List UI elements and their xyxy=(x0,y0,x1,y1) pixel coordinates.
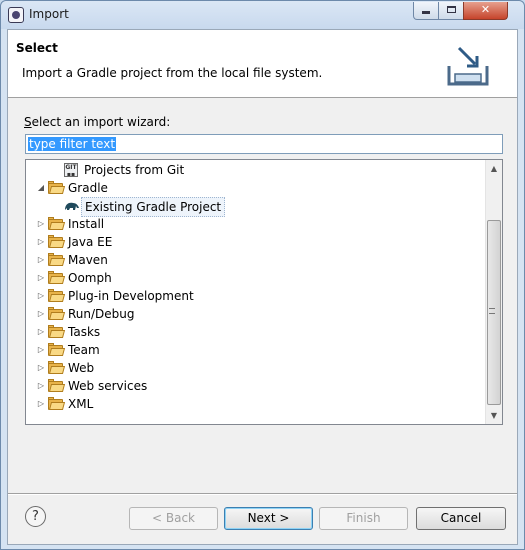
collapsed-arrow-icon[interactable]: ▷ xyxy=(36,215,46,233)
tree-item-label: Java EE xyxy=(68,235,113,249)
collapsed-arrow-icon[interactable]: ▷ xyxy=(36,395,46,413)
tree-item-label: Run/Debug xyxy=(68,307,135,321)
finish-button[interactable]: Finish xyxy=(319,507,408,530)
folder-icon xyxy=(48,397,66,410)
collapsed-arrow-icon[interactable]: ▷ xyxy=(36,359,46,377)
folder-open-icon xyxy=(48,181,66,194)
tree-item-existing-gradle-project[interactable]: Existing Gradle Project xyxy=(26,197,486,217)
folder-icon xyxy=(48,343,66,356)
tree-item-web[interactable]: ▷ Web xyxy=(26,359,486,377)
scrollbar-grip-icon xyxy=(489,308,495,314)
tree-item-plug-in-development[interactable]: ▷ Plug-in Development xyxy=(26,287,486,305)
folder-icon xyxy=(48,235,66,248)
expanded-arrow-icon[interactable]: ◢ xyxy=(36,179,46,197)
collapsed-arrow-icon[interactable]: ▷ xyxy=(36,251,46,269)
title-bar[interactable]: Import ✕ xyxy=(1,1,524,29)
tree-item-label: Gradle xyxy=(68,181,108,195)
page-description: Import a Gradle project from the local f… xyxy=(22,66,323,80)
tree-item-label: Existing Gradle Project xyxy=(81,197,226,217)
scroll-down-icon[interactable]: ▼ xyxy=(486,407,502,424)
scroll-up-icon[interactable]: ▲ xyxy=(486,160,502,177)
tree-item-tasks[interactable]: ▷ Tasks xyxy=(26,323,486,341)
tree-item-label: Tasks xyxy=(68,325,101,339)
gradle-elephant-icon xyxy=(65,202,79,210)
collapsed-arrow-icon[interactable]: ▷ xyxy=(36,341,46,359)
tree-item-xml[interactable]: ▷ XML xyxy=(26,395,486,413)
tree-item-gradle[interactable]: ◢ Gradle xyxy=(26,179,486,197)
dialog-body: Select Import a Gradle project from the … xyxy=(7,29,518,545)
collapsed-arrow-icon[interactable]: ▷ xyxy=(36,269,46,287)
tree-item-label: Web xyxy=(68,361,95,375)
tree-item-maven[interactable]: ▷ Maven xyxy=(26,251,486,269)
folder-icon xyxy=(48,217,66,230)
tree-item-label: Plug-in Development xyxy=(68,289,194,303)
maximize-button[interactable] xyxy=(438,2,464,20)
wizard-header: Select Import a Gradle project from the … xyxy=(8,30,517,98)
minimize-button[interactable] xyxy=(413,2,439,20)
filter-input[interactable]: type filter text xyxy=(25,134,503,154)
collapsed-arrow-icon[interactable]: ▷ xyxy=(36,287,46,305)
maximize-icon xyxy=(446,6,456,13)
import-wizard-label: Select an import wizard: xyxy=(24,115,171,129)
folder-icon xyxy=(48,325,66,338)
folder-icon xyxy=(48,271,66,284)
tree-item-label: Team xyxy=(68,343,100,357)
tree-item-java-ee[interactable]: ▷ Java EE xyxy=(26,233,486,251)
tree-item-label: Oomph xyxy=(68,271,112,285)
collapsed-arrow-icon[interactable]: ▷ xyxy=(36,377,46,395)
minimize-icon xyxy=(422,11,430,14)
import-banner-icon xyxy=(447,46,489,86)
tree-item-web-services[interactable]: ▷ Web services xyxy=(26,377,486,395)
eclipse-icon xyxy=(8,7,24,23)
cancel-button[interactable]: Cancel xyxy=(416,507,506,530)
git-icon: GIT ▪▪ xyxy=(64,163,78,178)
tree-item-team[interactable]: ▷ Team xyxy=(26,341,486,359)
next-button[interactable]: Next > xyxy=(224,507,313,530)
page-title: Select xyxy=(16,41,58,55)
close-icon: ✕ xyxy=(480,3,491,16)
tree-item-install[interactable]: ▷ Install xyxy=(26,215,486,233)
filter-text: type filter text xyxy=(28,137,117,151)
footer-divider xyxy=(8,493,517,495)
wizard-tree[interactable]: GIT ▪▪ Projects from Git ◢ Gradle Existin… xyxy=(25,159,503,425)
tree-item-label: XML xyxy=(68,397,94,411)
tree-item-run-debug[interactable]: ▷ Run/Debug xyxy=(26,305,486,323)
tree-item-projects-from-git[interactable]: GIT ▪▪ Projects from Git xyxy=(26,161,486,179)
tree-item-label: Install xyxy=(68,217,105,231)
collapsed-arrow-icon[interactable]: ▷ xyxy=(36,233,46,251)
window-title: Import xyxy=(29,7,69,21)
folder-icon xyxy=(48,307,66,320)
folder-icon xyxy=(48,361,66,374)
vertical-scrollbar[interactable]: ▲ ▼ xyxy=(485,160,502,424)
tree-item-label: Projects from Git xyxy=(84,163,185,177)
folder-icon xyxy=(48,253,66,266)
collapsed-arrow-icon[interactable]: ▷ xyxy=(36,323,46,341)
tree-item-oomph[interactable]: ▷ Oomph xyxy=(26,269,486,287)
import-dialog: Import ✕ Select Import a Gradle project … xyxy=(0,0,525,550)
folder-icon xyxy=(48,379,66,392)
back-button[interactable]: < Back xyxy=(129,507,218,530)
folder-icon xyxy=(48,289,66,302)
help-button[interactable]: ? xyxy=(25,506,46,527)
tree-item-label: Maven xyxy=(68,253,108,267)
collapsed-arrow-icon[interactable]: ▷ xyxy=(36,305,46,323)
close-button[interactable]: ✕ xyxy=(463,2,508,20)
tree-item-label: Web services xyxy=(68,379,148,393)
